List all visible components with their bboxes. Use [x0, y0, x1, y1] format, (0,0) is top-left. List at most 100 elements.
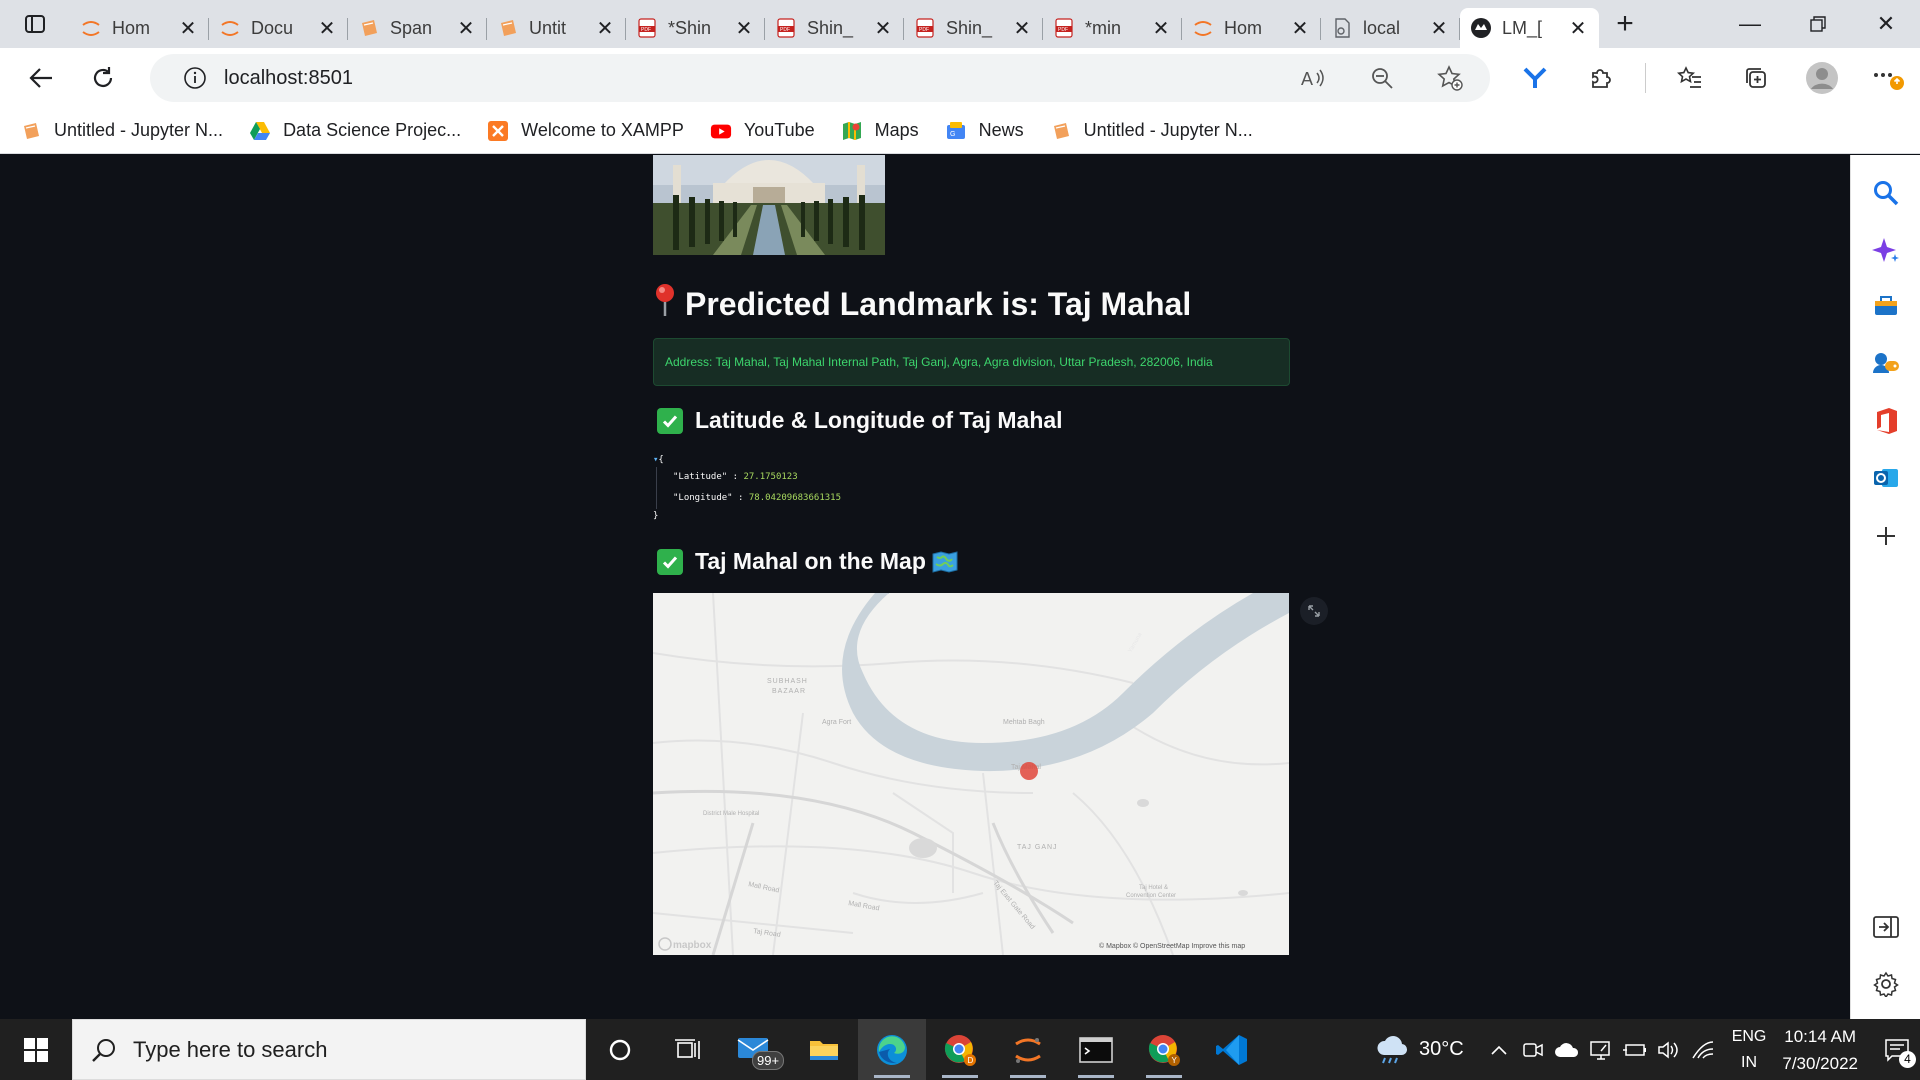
sidebar-shopping-button[interactable]	[1868, 287, 1904, 323]
sidebar-discover-button[interactable]	[1868, 232, 1904, 268]
tab-label: *Shin	[668, 17, 712, 38]
map-attribution[interactable]: © Mapbox © OpenStreetMap Improve this ma…	[1099, 942, 1245, 950]
volume-button[interactable]	[1654, 1040, 1684, 1060]
fullscreen-button[interactable]	[1300, 597, 1328, 625]
sidebar-collapse-icon	[1873, 916, 1899, 938]
start-button[interactable]	[0, 1019, 72, 1080]
weather-widget[interactable]: 30°C	[1375, 1035, 1464, 1065]
bookmark-item[interactable]: Welcome to XAMPP	[487, 120, 684, 142]
add-favorite-button[interactable]	[1428, 56, 1472, 100]
browser-tab[interactable]: Hom ✕	[1182, 8, 1321, 48]
close-tab-button[interactable]: ✕	[1428, 16, 1450, 41]
taskbar-edge[interactable]	[858, 1019, 926, 1080]
close-tab-button[interactable]: ✕	[1150, 16, 1172, 41]
browser-tab[interactable]: Untit ✕	[487, 8, 626, 48]
sidebar-settings-button[interactable]	[1868, 966, 1904, 1002]
sidebar-office-button[interactable]	[1868, 403, 1904, 439]
taskbar-mail[interactable]: 99+	[722, 1019, 790, 1080]
device-status-button[interactable]	[1586, 1039, 1616, 1061]
bookmark-label: YouTube	[743, 120, 815, 140]
taskbar-jupyter[interactable]	[994, 1019, 1062, 1080]
close-tab-button[interactable]: ✕	[594, 16, 616, 41]
cortana-button[interactable]	[586, 1019, 654, 1080]
taskbar-file-explorer[interactable]	[790, 1019, 858, 1080]
browser-tab[interactable]: PDF *min ✕	[1043, 8, 1182, 48]
browser-tab[interactable]: PDF Shin_ ✕	[904, 8, 1043, 48]
close-tab-button[interactable]: ✕	[872, 16, 894, 41]
read-aloud-button[interactable]: A	[1292, 56, 1336, 100]
browser-tab[interactable]: Docu ✕	[209, 8, 348, 48]
bookmark-item[interactable]: Maps	[841, 120, 919, 142]
bookmark-item[interactable]: YouTube	[710, 120, 815, 142]
sidebar-outlook-button[interactable]	[1868, 460, 1904, 496]
edge-icon	[877, 1034, 907, 1065]
browser-tab[interactable]: local ✕	[1321, 8, 1460, 48]
taskbar-search-box[interactable]: Type here to search	[72, 1019, 586, 1080]
restore-button[interactable]	[1784, 0, 1852, 48]
meet-now-button[interactable]	[1518, 1040, 1548, 1060]
collections-icon	[1746, 68, 1766, 88]
sidebar-games-button[interactable]	[1868, 345, 1904, 381]
onedrive-button[interactable]	[1552, 1041, 1582, 1059]
address-bar[interactable]: localhost:8501 A	[150, 54, 1490, 102]
new-tab-button[interactable]: +	[1599, 0, 1651, 48]
back-button[interactable]	[10, 48, 72, 108]
settings-more-button[interactable]	[1866, 56, 1910, 100]
map-canvas[interactable]: SUBHASH BAZAAR Agra Fort Mehtab Bagh Taj…	[653, 593, 1289, 955]
close-window-button[interactable]: ✕	[1852, 0, 1920, 48]
browser-tab[interactable]: Span ✕	[348, 8, 487, 48]
vpn-extension-button[interactable]	[1513, 56, 1557, 100]
close-tab-button[interactable]: ✕	[1567, 16, 1589, 41]
close-tab-button[interactable]: ✕	[733, 16, 755, 41]
clock-button[interactable]: 10:14 AM 7/30/2022	[1782, 1023, 1858, 1077]
extensions-button[interactable]	[1579, 56, 1623, 100]
battery-button[interactable]	[1620, 1041, 1650, 1059]
network-button[interactable]	[1688, 1040, 1718, 1060]
tab-actions-button[interactable]	[0, 0, 70, 48]
collections-button[interactable]	[1734, 56, 1778, 100]
taskbar-vscode[interactable]	[1198, 1019, 1266, 1080]
search-placeholder: Type here to search	[133, 1036, 328, 1062]
input-language-button[interactable]: ENG IN	[1732, 1024, 1767, 1076]
browser-tab[interactable]: PDF *Shin ✕	[626, 8, 765, 48]
sidebar-search-button[interactable]	[1868, 175, 1904, 211]
sidebar-hide-button[interactable]	[1868, 909, 1904, 945]
landmark-marker[interactable]	[1020, 762, 1038, 780]
bookmark-item[interactable]: Data Science Projec...	[249, 120, 461, 142]
zoom-out-icon	[1372, 68, 1393, 89]
site-info-button[interactable]	[170, 66, 220, 90]
show-hidden-icons-button[interactable]	[1484, 1044, 1514, 1056]
temperature-text: 30°C	[1419, 1038, 1464, 1060]
task-view-button[interactable]	[654, 1019, 722, 1080]
streamlit-page: Predicted Landmark is: Taj Mahal Address…	[0, 155, 1850, 1019]
search-icon	[1874, 181, 1899, 206]
taskbar-terminal[interactable]	[1062, 1019, 1130, 1080]
minimize-button[interactable]: —	[1716, 0, 1784, 48]
close-tab-button[interactable]: ✕	[455, 16, 477, 41]
bookmark-item[interactable]: Untitled - Jupyter N...	[1050, 120, 1253, 142]
svg-text:PDF: PDF	[919, 27, 929, 33]
zoom-button[interactable]	[1360, 56, 1404, 100]
page-icon	[1331, 17, 1353, 39]
taskbar-chrome-profile-y[interactable]: Y	[1130, 1019, 1198, 1080]
browser-tab[interactable]: Hom ✕	[70, 8, 209, 48]
svg-text:D: D	[968, 1056, 974, 1065]
browser-tab[interactable]: LM_[✕	[1460, 8, 1599, 48]
bookmark-item[interactable]: G News	[945, 120, 1024, 142]
close-tab-button[interactable]: ✕	[1289, 16, 1311, 41]
favorites-button[interactable]	[1668, 56, 1712, 100]
sidebar-add-button[interactable]	[1868, 518, 1904, 554]
refresh-button[interactable]	[72, 48, 134, 108]
close-tab-button[interactable]: ✕	[316, 16, 338, 41]
close-tab-button[interactable]: ✕	[177, 16, 199, 41]
url-text[interactable]: localhost:8501	[224, 67, 353, 90]
tab-strip: Hom ✕ Docu ✕ Span ✕ Untit ✕ PDF *Shin ✕ PDF Shin_ ✕ PD…	[0, 0, 1920, 48]
action-center-button[interactable]: 4	[1874, 1019, 1920, 1080]
bookmark-item[interactable]: Untitled - Jupyter N...	[20, 120, 223, 142]
browser-tab[interactable]: PDF Shin_ ✕	[765, 8, 904, 48]
deck-map[interactable]: SUBHASH BAZAAR Agra Fort Mehtab Bagh Taj…	[653, 593, 1289, 955]
taskbar-chrome-profile-d[interactable]: D	[926, 1019, 994, 1080]
json-open-row[interactable]: ▾{	[653, 453, 841, 467]
profile-button[interactable]	[1800, 56, 1844, 100]
close-tab-button[interactable]: ✕	[1011, 16, 1033, 41]
